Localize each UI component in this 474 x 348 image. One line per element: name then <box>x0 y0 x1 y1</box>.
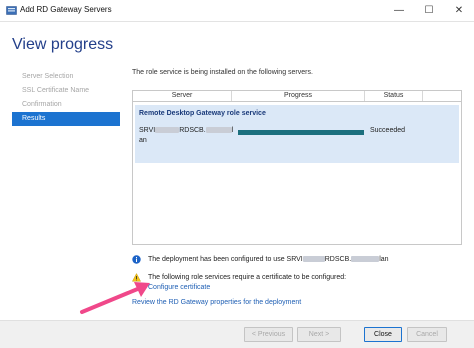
server-name-part: SRVI <box>139 127 156 134</box>
minimize-button[interactable]: — <box>384 0 414 22</box>
redaction-block <box>205 127 232 134</box>
server-manager-icon <box>6 6 17 15</box>
server-name-part: RDSCB. <box>179 127 206 134</box>
table-header: Server Progress Status <box>133 91 461 102</box>
status-text: Succeeded <box>370 127 406 134</box>
redaction-block <box>155 127 180 134</box>
cancel-button[interactable]: Cancel <box>407 327 447 342</box>
annotation-arrow-icon <box>80 282 150 314</box>
window-title: Add RD Gateway Servers <box>20 5 112 14</box>
table-row[interactable]: Remote Desktop Gateway role service SRVI… <box>135 105 459 163</box>
info-text-mid: RDSCB. <box>324 256 352 263</box>
previous-button[interactable]: < Previous <box>244 327 293 342</box>
wizard-footer: < Previous Next > Close Cancel <box>0 320 474 348</box>
server-name-part: an <box>139 137 147 144</box>
column-header-progress[interactable]: Progress <box>232 91 365 101</box>
main-content: The role service is being installed on t… <box>132 66 462 76</box>
info-text-suffix: lan <box>379 256 389 263</box>
close-button[interactable]: Close <box>364 327 402 342</box>
page-title: View progress <box>12 36 114 53</box>
install-progress-bar <box>238 130 364 135</box>
next-button[interactable]: Next > <box>297 327 341 342</box>
column-header-server[interactable]: Server <box>133 91 232 101</box>
sidebar-item-server-selection: Server Selection <box>22 73 74 80</box>
results-table: Server Progress Status Remote Desktop Ga… <box>132 90 462 245</box>
info-icon <box>132 255 141 264</box>
maximize-button[interactable]: ☐ <box>414 0 444 22</box>
role-service-group-title: Remote Desktop Gateway role service <box>139 110 266 117</box>
sidebar-item-confirmation: Confirmation <box>22 101 62 108</box>
warning-text: The following role services require a ce… <box>148 274 347 281</box>
redaction-block <box>302 256 325 263</box>
window-title-bar: Add RD Gateway Servers — ☐ ✕ <box>0 0 474 22</box>
info-text: The deployment has been configured to us… <box>148 256 389 263</box>
window-close-button[interactable]: ✕ <box>444 0 474 22</box>
redaction-block <box>351 256 380 263</box>
server-name-part: l <box>231 127 234 134</box>
sidebar-item-ssl-certificate-name: SSL Certificate Name <box>22 87 90 94</box>
column-header-status[interactable]: Status <box>365 91 423 101</box>
server-name: SRVI RDSCB. l an <box>139 126 233 146</box>
info-text-prefix: The deployment has been configured to us… <box>148 256 303 263</box>
intro-text: The role service is being installed on t… <box>132 69 313 76</box>
sidebar-item-results[interactable]: Results <box>12 112 120 126</box>
wizard-steps-sidebar: Server Selection SSL Certificate Name Co… <box>12 70 120 126</box>
